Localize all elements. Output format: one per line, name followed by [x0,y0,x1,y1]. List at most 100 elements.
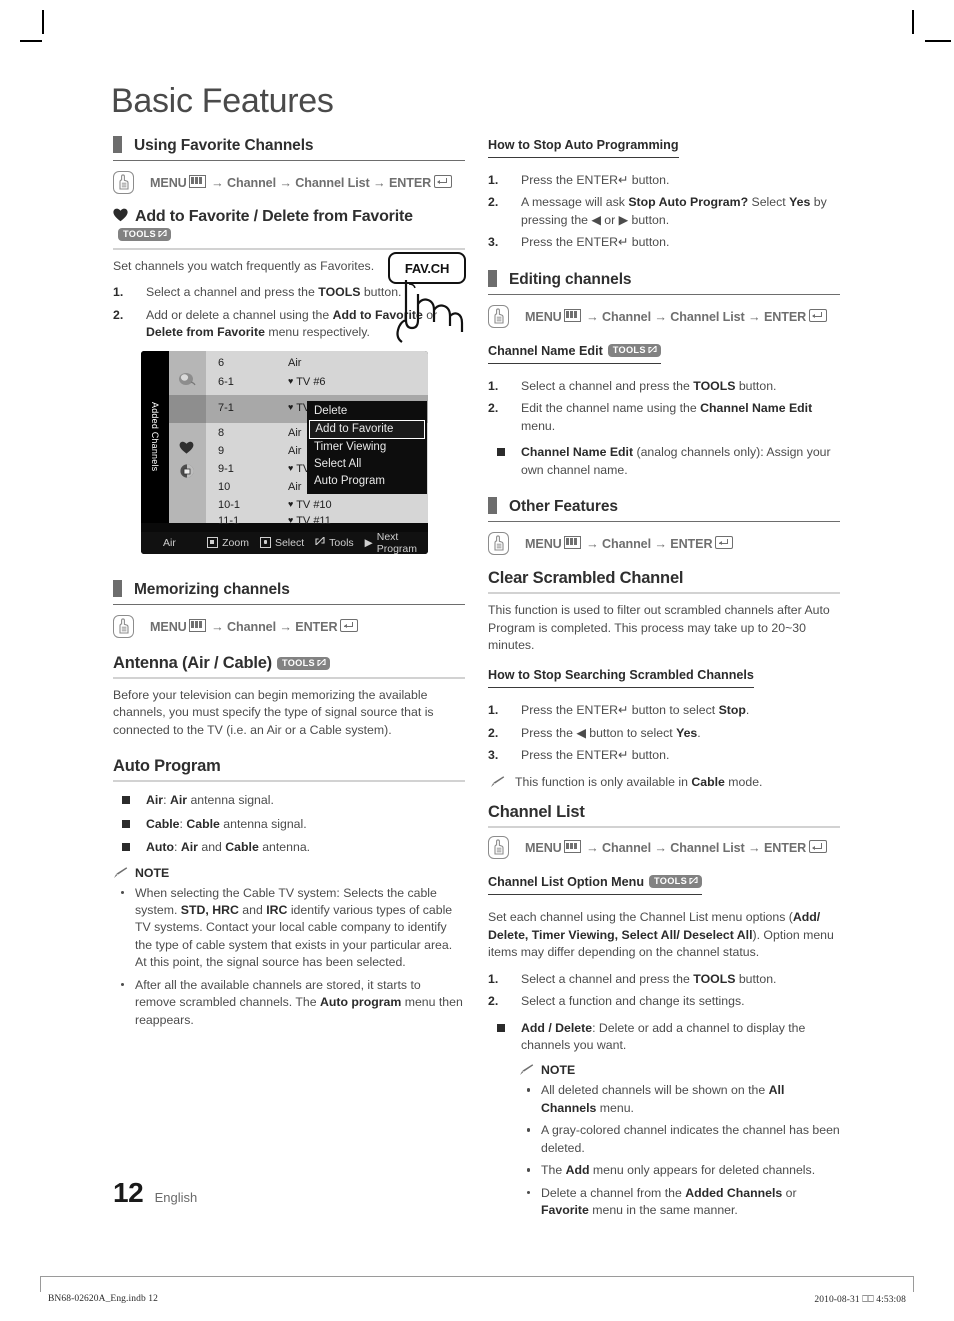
note-text: The Add menu only appears for deleted ch… [541,1163,816,1178]
step-number: 2. [488,725,499,740]
section-bar-icon [113,136,122,153]
note-text: A gray-colored channel indicates the cha… [541,1123,840,1155]
step-text: Select a channel and press the TOOLS but… [521,971,777,986]
note-header: NOTE [519,1063,840,1079]
square-bullet-icon [122,819,130,828]
menu-path-channel-list: MENU → Channel → Channel List → ENTER [488,836,840,860]
step-text: Select a channel and press the TOOLS but… [521,378,777,393]
menu-grid-icon [563,308,581,322]
clom-steps-list: 1. Select a channel and press the TOOLS b… [488,971,840,1011]
section-title: Memorizing channels [134,580,290,598]
tools-badge: TOOLS [607,343,661,357]
menu-grid-icon [563,536,581,550]
tv-menu-item-delete[interactable]: Delete [307,403,427,420]
favch-remote-illustration: FAV.CH [382,252,478,344]
tv-row-number: 10 [218,480,231,493]
step-number: 2. [113,307,124,322]
subheading-stop-searching-scrambled: How to Stop Searching Scrambled Channels [488,666,754,689]
step-text: Press the ENTER↵ button. [521,173,670,187]
remote-hand-icon [488,836,509,860]
tv-context-menu[interactable]: Delete Add to Favorite Timer Viewing Sel… [307,400,427,494]
tv-bottom-next-program[interactable]: ▶ Next Program [365,531,417,554]
tv-icon-heart [179,441,194,459]
note-text: This function is only available in Cable… [515,774,763,789]
note-text: Delete a channel from the Added Channels… [541,1185,797,1218]
subheading-stop-auto-programming-wrap: How to Stop Auto Programming [488,136,840,165]
crop-mark-top-left-horizontal [20,40,42,42]
remote-hand-icon [113,171,134,194]
list-item: 1. Select a channel and press the TOOLS b… [488,378,840,395]
subheading-text: Channel List Option Menu [488,875,645,890]
tv-row-name: ♥ TV #11 [288,514,331,527]
list-item: The Add menu only appears for deleted ch… [519,1162,840,1179]
tv-row: 6 Air [206,357,428,376]
page-number: 12 [113,1177,144,1208]
step-number: 3. [488,235,499,250]
footer-tick-left [40,1276,41,1292]
section-header-editing-channels: Editing channels [488,269,840,295]
menu-path-text: MENU → Channel → Channel List → ENTER [525,308,828,324]
tools-badge: TOOLS [649,875,702,889]
enter-label: ENTER [763,309,807,324]
tv-menu-item-timer-viewing[interactable]: Timer Viewing [307,439,427,456]
antenna-body-text: Before your television can begin memoriz… [113,687,434,737]
menu-path-memorizing-channels: MENU → Channel → ENTER [113,614,465,638]
footer-tick-right [913,1276,914,1292]
path-part-2: Channel List [670,841,745,856]
tv-icon-column [169,350,206,523]
document-page: Basic Features Using Favorite Channels M… [0,0,954,1321]
tv-row-name: Air [288,356,302,369]
step-text: Press the ENTER↵ button to select Stop. [521,703,750,718]
tv-menu-item-select-all[interactable]: Select All [307,456,427,473]
tv-row-number: 8 [218,426,225,439]
bullet-text: Auto: Air and Cable antenna. [146,840,311,855]
step-number: 1. [488,703,499,718]
hand-pointing-icon [396,280,464,343]
path-part-1: Channel [601,537,651,552]
enter-key-icon [809,308,828,322]
menu-path-text: MENU → Channel → ENTER [525,536,734,552]
list-item: Air: Air antenna signal. [113,792,465,809]
list-item: 2. Edit the channel name using the Channe… [488,400,840,435]
path-part-1: Channel [226,619,276,634]
dot-bullet-icon [121,890,125,894]
subheading-text: How to Stop Searching Scrambled Channels [488,668,754,683]
section-header-memorizing-channels: Memorizing channels [113,579,465,605]
tv-menu-item-auto-program[interactable]: Auto Program [307,473,427,490]
add-delete-bullet: Add / Delete: Delete or add a channel to… [488,1020,840,1055]
section-bar-icon [113,579,122,597]
tv-bottom-zoom[interactable]: Zoom [207,537,249,549]
tv-menu-item-add-to-favorite[interactable]: Add to Favorite [309,419,425,439]
tv-bottom-select[interactable]: Select [259,537,304,549]
note-list: All deleted channels will be shown on th… [519,1082,840,1219]
tools-arrow-icon [317,658,326,669]
tools-badge-label: TOOLS [281,657,315,668]
list-item: After all the available channels are sto… [113,977,465,1029]
heart-icon [113,208,128,222]
square-bullet-icon [122,796,130,805]
dot-bullet-icon [527,1190,531,1195]
menu-label: MENU [525,309,562,324]
path-part-2: Channel List [295,176,370,190]
play-arrow-icon: ▶ [364,536,373,549]
tv-bottom-mode: Air [163,536,176,549]
section-bar-icon [488,269,497,287]
note-block-auto-program: NOTE When selecting the Cable TV system:… [113,866,465,1030]
list-item: When selecting the Cable TV system: Sele… [113,885,465,972]
menu-label: MENU [150,176,187,190]
tv-row-number: 6-1 [218,375,234,388]
path-part-1: Channel [226,176,276,190]
zoom-key-icon [207,537,219,549]
list-item: Cable: Cable antenna signal. [113,816,465,833]
subheading-text: Channel Name Edit [488,343,603,358]
list-item: 1. Press the ENTER↵ button. [488,172,840,189]
tv-icon-lock [179,463,195,483]
step-number: 2. [488,401,499,416]
step-text: Edit the channel name using the Channel … [521,401,813,433]
enter-label: ENTER [763,841,807,856]
tv-bottom-tools[interactable]: Tools [315,536,354,549]
page-footer-number-block: 12 English [113,1177,197,1209]
list-item: Channel Name Edit (analog channels only)… [488,444,840,479]
bullet-text: Cable: Cable antenna signal. [146,816,307,831]
footer-divider [40,1276,914,1277]
